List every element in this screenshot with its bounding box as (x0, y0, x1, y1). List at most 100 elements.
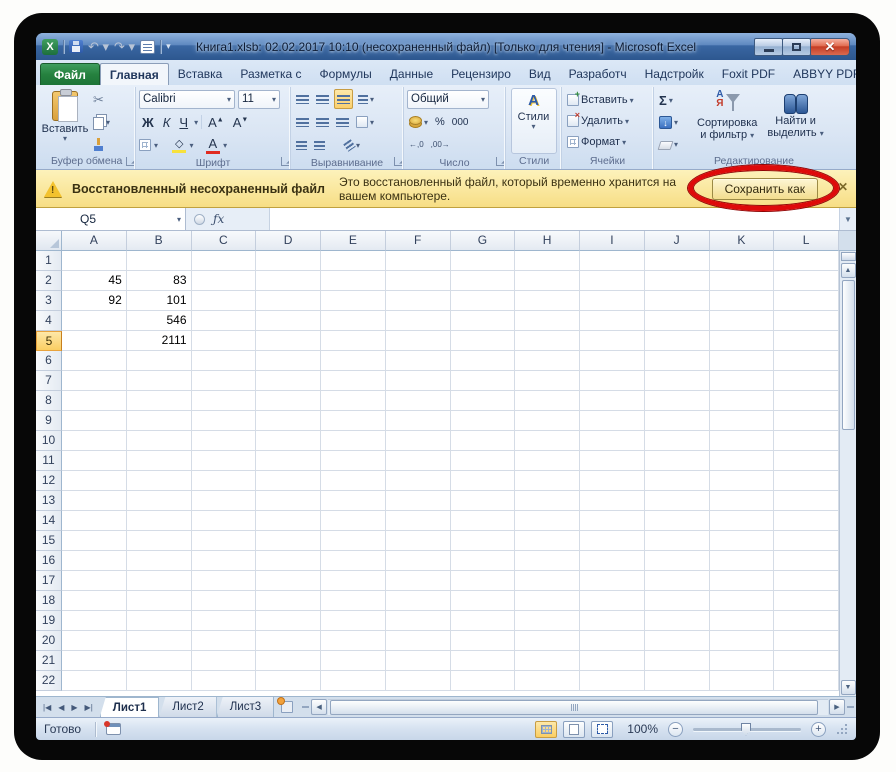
row-header[interactable]: 19 (36, 611, 62, 631)
grid-cell[interactable] (126, 511, 192, 531)
grid-cell[interactable] (450, 491, 516, 511)
grid-cell[interactable] (774, 611, 839, 631)
grid-cell[interactable] (774, 251, 839, 271)
grid-cell[interactable] (644, 651, 710, 671)
grid-cell[interactable] (515, 531, 580, 551)
font-color-icon[interactable]: А (205, 136, 221, 154)
scroll-left-icon[interactable]: ◀ (311, 699, 328, 715)
grid-cell[interactable] (774, 531, 839, 551)
grid-cell[interactable] (515, 631, 580, 651)
grid-cell[interactable] (644, 391, 710, 411)
grid-cell[interactable] (62, 451, 127, 471)
grid-cell[interactable]: 101 (126, 291, 192, 311)
excel-logo-icon[interactable]: X (42, 38, 58, 55)
grid-cell[interactable] (191, 371, 257, 391)
grid-cell[interactable] (126, 471, 192, 491)
grid-cell[interactable] (191, 631, 257, 651)
ribbon-tab[interactable]: Надстройк (636, 63, 713, 85)
chevron-down-icon[interactable]: ▾ (223, 141, 227, 149)
ribbon-tab[interactable]: Данные (381, 63, 442, 85)
grid-cell[interactable] (774, 271, 839, 291)
grid-cell[interactable] (709, 571, 775, 591)
grid-cell[interactable] (580, 471, 645, 491)
grid-cell[interactable] (321, 591, 386, 611)
grid-cell[interactable] (321, 531, 386, 551)
grid-cell[interactable] (256, 251, 321, 271)
row-header[interactable]: 6 (36, 351, 62, 371)
insert-cells-button[interactable]: Вставить▾ (565, 89, 650, 110)
grid-cell[interactable]: 2111 (126, 331, 192, 351)
grid-cell[interactable] (126, 431, 192, 451)
grid-cell[interactable] (515, 351, 580, 371)
ribbon-tab[interactable]: Вставка (169, 63, 232, 85)
grid-cell[interactable] (644, 251, 710, 271)
grid-cell[interactable] (644, 291, 710, 311)
tab-split-handle[interactable] (302, 706, 310, 708)
grid-cell[interactable] (385, 311, 451, 331)
grid-cell[interactable]: 45 (62, 271, 127, 291)
grid-cell[interactable] (774, 371, 839, 391)
grid-cell[interactable] (774, 671, 839, 691)
grid-cell[interactable] (191, 451, 257, 471)
row-header[interactable]: 17 (36, 571, 62, 591)
grid-cell[interactable] (450, 411, 516, 431)
find-select-button[interactable]: Найти и выделить ▾ (763, 88, 827, 154)
grid-cell[interactable] (62, 571, 127, 591)
grid-cell[interactable] (126, 551, 192, 571)
delete-cells-button[interactable]: Удалить▾ (565, 110, 650, 131)
grid-cell[interactable] (644, 631, 710, 651)
grid-cell[interactable] (385, 431, 451, 451)
grid-cell[interactable] (62, 411, 127, 431)
grid-cell[interactable] (321, 391, 386, 411)
zoom-slider-thumb[interactable] (741, 722, 751, 736)
grid-cell[interactable] (321, 431, 386, 451)
grid-cell[interactable] (385, 551, 451, 571)
view-layout-button[interactable] (563, 720, 586, 738)
grid-cell[interactable] (256, 551, 321, 571)
grid-cell[interactable] (580, 611, 645, 631)
grid-cell[interactable] (709, 591, 775, 611)
borders-icon[interactable] (139, 139, 151, 151)
message-close-icon[interactable]: ✕ (838, 180, 848, 194)
select-all-corner[interactable] (36, 231, 62, 251)
first-sheet-icon[interactable]: |◀ (40, 701, 54, 714)
grid-cell[interactable] (580, 531, 645, 551)
grid-cell[interactable] (385, 351, 451, 371)
ribbon-tab[interactable]: Вид (520, 63, 560, 85)
align-left-icon[interactable] (296, 117, 309, 127)
grid-cell[interactable] (450, 451, 516, 471)
grid-cell[interactable] (709, 651, 775, 671)
grid-cell[interactable] (256, 631, 321, 651)
grid-cell[interactable] (321, 351, 386, 371)
grid-cell[interactable] (515, 451, 580, 471)
close-button[interactable]: ✕ (810, 37, 850, 56)
row-header[interactable]: 5 (36, 331, 62, 351)
grid-cell[interactable] (191, 411, 257, 431)
resize-grip-icon[interactable] (836, 723, 848, 735)
last-sheet-icon[interactable]: ▶| (82, 701, 96, 714)
row-header[interactable]: 2 (36, 271, 62, 291)
row-header[interactable]: 10 (36, 431, 62, 451)
horizontal-scroll-thumb[interactable] (330, 700, 818, 715)
styles-button[interactable]: А Стили ▾ (510, 88, 557, 154)
grid-cell[interactable] (644, 451, 710, 471)
grid-cell[interactable] (256, 611, 321, 631)
grid-cell[interactable] (385, 251, 451, 271)
grid-cell[interactable] (515, 391, 580, 411)
grid-cell[interactable] (385, 471, 451, 491)
ribbon-tab[interactable]: Формулы (311, 63, 381, 85)
grid-cell[interactable] (62, 371, 127, 391)
align-top-icon[interactable] (296, 94, 309, 104)
vertical-scroll-thumb[interactable] (841, 280, 855, 430)
grid-cell[interactable] (321, 651, 386, 671)
grid-cell[interactable] (256, 531, 321, 551)
grid-cell[interactable] (644, 511, 710, 531)
grid-cell[interactable] (385, 611, 451, 631)
grid-cell[interactable] (126, 391, 192, 411)
grid-cell[interactable] (321, 311, 386, 331)
insert-function-icon[interactable]: ƒx (213, 212, 224, 226)
column-header[interactable]: L (774, 231, 839, 251)
grid-cell[interactable] (709, 431, 775, 451)
grid-cell[interactable] (321, 291, 386, 311)
currency-icon[interactable] (409, 116, 422, 125)
